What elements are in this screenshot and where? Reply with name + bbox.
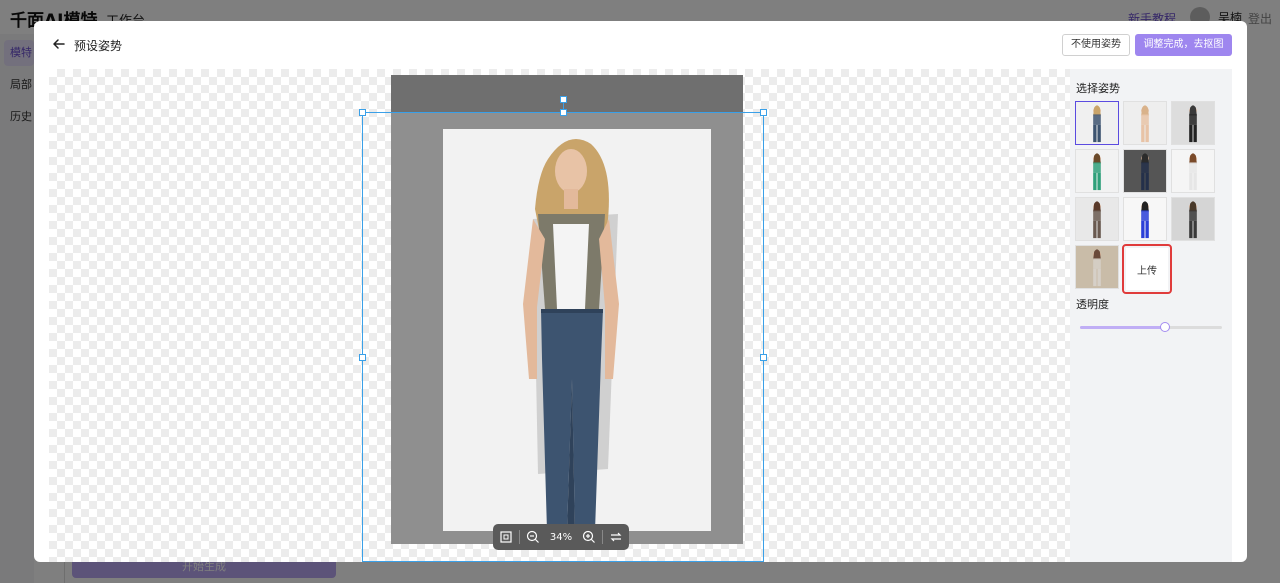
- selection-box[interactable]: [362, 112, 764, 562]
- swap-icon[interactable]: [603, 524, 629, 550]
- modal-header: 预设姿势 不使用姿势 调整完成，去抠图: [34, 21, 1247, 69]
- no-pose-button[interactable]: 不使用姿势: [1062, 34, 1130, 56]
- pose-panel: 选择姿势 上传 透明度: [1070, 69, 1232, 562]
- preset-pose-modal: 预设姿势 不使用姿势 调整完成，去抠图 34% 选择姿势 上传 透明度: [34, 21, 1247, 562]
- opacity-slider-fill: [1080, 326, 1166, 329]
- pose-thumbnail[interactable]: [1171, 101, 1215, 145]
- pose-thumbnail[interactable]: [1123, 197, 1167, 241]
- modal-title: 预设姿势: [74, 39, 123, 53]
- pose-thumbnail[interactable]: [1075, 245, 1119, 289]
- fit-icon[interactable]: [493, 524, 519, 550]
- pose-thumbnail[interactable]: [1171, 149, 1215, 193]
- pose-thumbnail[interactable]: [1123, 149, 1167, 193]
- pose-thumbnail[interactable]: [1075, 101, 1119, 145]
- upload-label: 上传: [1126, 248, 1168, 290]
- opacity-slider[interactable]: [1080, 322, 1222, 332]
- select-pose-label: 选择姿势: [1076, 82, 1120, 95]
- opacity-slider-thumb[interactable]: [1160, 322, 1171, 332]
- zoom-in-icon[interactable]: [576, 524, 602, 550]
- upload-button[interactable]: 上传: [1122, 244, 1172, 294]
- editing-canvas[interactable]: 34%: [49, 69, 1070, 562]
- resize-handle-top[interactable]: [560, 109, 567, 116]
- done-go-matting-button[interactable]: 调整完成，去抠图: [1135, 34, 1232, 56]
- resize-handle-top-left[interactable]: [359, 109, 366, 116]
- pose-thumbnail[interactable]: [1075, 197, 1119, 241]
- opacity-label: 透明度: [1076, 298, 1109, 311]
- resize-handle-left[interactable]: [359, 354, 366, 361]
- zoom-level: 34%: [549, 531, 573, 543]
- zoom-out-icon[interactable]: [520, 524, 546, 550]
- zoom-toolbar: 34%: [493, 524, 629, 550]
- resize-handle-top-right[interactable]: [760, 109, 767, 116]
- pose-thumbnail[interactable]: [1075, 149, 1119, 193]
- pose-thumbnail[interactable]: [1171, 197, 1215, 241]
- pose-thumbnail[interactable]: [1123, 101, 1167, 145]
- rotate-handle[interactable]: [560, 96, 567, 103]
- back-arrow-icon[interactable]: [50, 35, 68, 53]
- resize-handle-right[interactable]: [760, 354, 767, 361]
